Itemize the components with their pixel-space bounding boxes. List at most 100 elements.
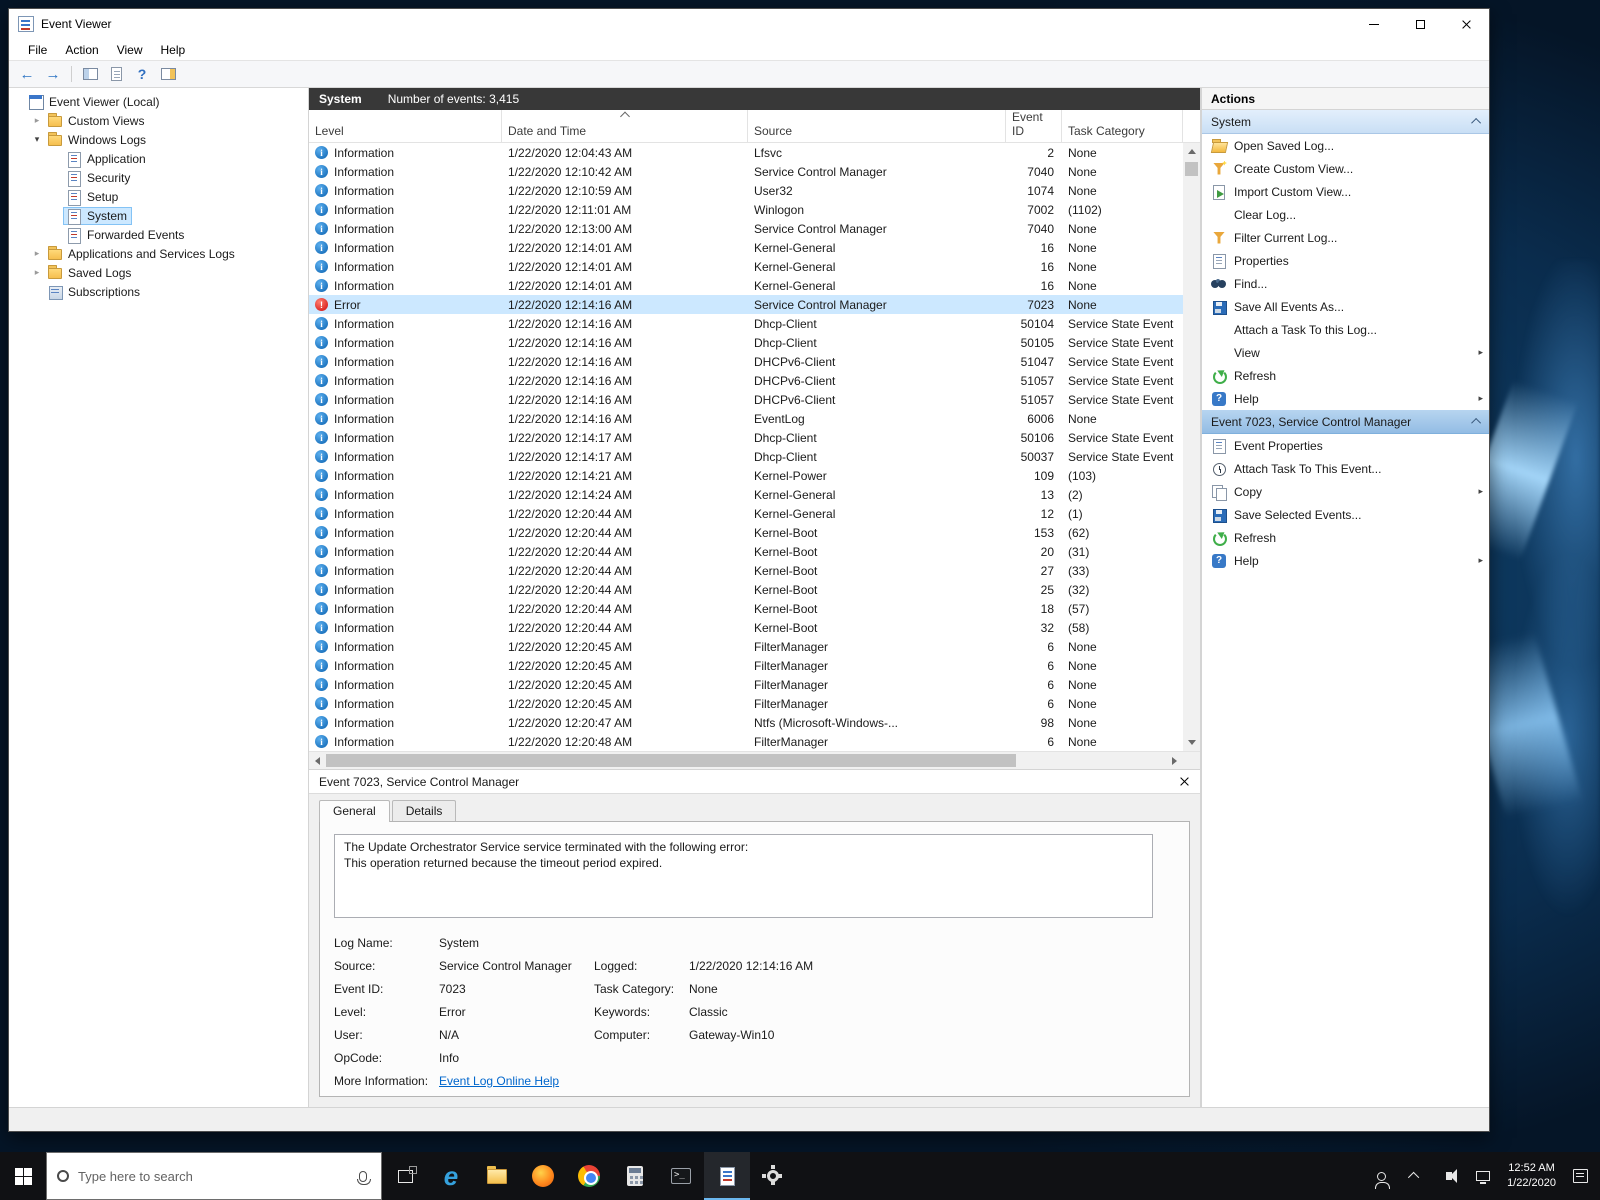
collapsed-chevron-icon[interactable]: ▸ (30, 267, 44, 278)
action-properties[interactable]: Properties (1202, 249, 1489, 272)
event-row[interactable]: i Information 1/22/2020 12:20:45 AM FilterM… (309, 637, 1183, 656)
scroll-right-button[interactable] (1166, 752, 1183, 769)
volume-button[interactable] (1439, 1162, 1459, 1190)
event-row[interactable]: i Information 1/22/2020 12:14:01 AM Kernel-… (309, 276, 1183, 295)
show-action-pane-button[interactable] (158, 64, 178, 84)
tree-item-security[interactable]: Security (9, 168, 308, 187)
event-row[interactable]: i Information 1/22/2020 12:14:16 AM Dhcp-Cl… (309, 314, 1183, 333)
event-row[interactable]: i Information 1/22/2020 12:14:16 AM DHCPv6-… (309, 371, 1183, 390)
scroll-down-button[interactable] (1183, 734, 1200, 751)
action-save-all-events-as[interactable]: Save All Events As... (1202, 295, 1489, 318)
collapse-chevron-icon[interactable] (1471, 117, 1482, 128)
microphone-icon[interactable] (357, 1170, 371, 1185)
scroll-left-button[interactable] (309, 752, 326, 769)
tree-item-applications-and-services-logs[interactable]: ▸ Applications and Services Logs (9, 244, 308, 263)
event-row[interactable]: i Information 1/22/2020 12:10:59 AM User32 1… (309, 181, 1183, 200)
vertical-scrollbar[interactable] (1183, 143, 1200, 751)
maximize-button[interactable] (1397, 9, 1443, 39)
help-button[interactable]: ? (132, 64, 152, 84)
event-row[interactable]: i Information 1/22/2020 12:20:48 AM FilterM… (309, 732, 1183, 751)
menu-item-view[interactable]: View (108, 43, 152, 57)
vertical-scroll-thumb[interactable] (1185, 162, 1198, 176)
menu-item-help[interactable]: Help (152, 43, 195, 57)
tree-item-subscriptions[interactable]: Subscriptions (9, 282, 308, 301)
action-center-button[interactable] (1570, 1162, 1590, 1190)
event-row[interactable]: i Information 1/22/2020 12:20:44 AM Kernel-… (309, 523, 1183, 542)
start-button[interactable] (0, 1152, 46, 1200)
tree-item-custom-views[interactable]: ▸ Custom Views (9, 111, 308, 130)
show-console-tree-button[interactable] (80, 64, 100, 84)
tree-item-windows-logs[interactable]: ▾ Windows Logs (9, 130, 308, 149)
action-clear-log[interactable]: Clear Log... (1202, 203, 1489, 226)
tree-item-application[interactable]: Application (9, 149, 308, 168)
tab-general[interactable]: General (319, 800, 390, 822)
action-refresh[interactable]: Refresh (1202, 526, 1489, 549)
tree-item-event-viewer-local[interactable]: Event Viewer (Local) (9, 92, 308, 111)
action-save-selected-events[interactable]: Save Selected Events... (1202, 503, 1489, 526)
event-row[interactable]: i Information 1/22/2020 12:14:16 AM Dhcp-Cl… (309, 333, 1183, 352)
taskbar-file-explorer-button[interactable] (474, 1152, 520, 1200)
event-row[interactable]: i Information 1/22/2020 12:14:21 AM Kernel-… (309, 466, 1183, 485)
event-row[interactable]: i Information 1/22/2020 12:14:01 AM Kernel-… (309, 238, 1183, 257)
event-row[interactable]: i Information 1/22/2020 12:10:42 AM Service… (309, 162, 1183, 181)
column-header-level[interactable]: Level (309, 110, 502, 142)
event-row[interactable]: i Information 1/22/2020 12:13:00 AM Service… (309, 219, 1183, 238)
forward-button[interactable]: → (43, 64, 63, 84)
taskbar-search-box[interactable]: Type here to search (46, 1152, 382, 1200)
event-row[interactable]: i Information 1/22/2020 12:14:16 AM DHCPv6-… (309, 390, 1183, 409)
action-find[interactable]: Find... (1202, 272, 1489, 295)
expanded-chevron-icon[interactable]: ▾ (30, 134, 44, 145)
event-row[interactable]: i Information 1/22/2020 12:20:45 AM FilterM… (309, 656, 1183, 675)
export-list-button[interactable] (106, 64, 126, 84)
column-header-event-id[interactable]: Event ID (1006, 110, 1062, 142)
taskbar-calculator-button[interactable] (612, 1152, 658, 1200)
taskbar-edge-button[interactable] (428, 1152, 474, 1200)
taskbar-chrome-button[interactable] (566, 1152, 612, 1200)
action-open-saved-log[interactable]: Open Saved Log... (1202, 134, 1489, 157)
column-header-task-category[interactable]: Task Category (1062, 110, 1183, 142)
column-header-source[interactable]: Source (748, 110, 1006, 142)
event-row[interactable]: i Information 1/22/2020 12:20:44 AM Kernel-… (309, 580, 1183, 599)
tree-item-saved-logs[interactable]: ▸ Saved Logs (9, 263, 308, 282)
collapsed-chevron-icon[interactable]: ▸ (30, 115, 44, 126)
back-button[interactable]: ← (17, 64, 37, 84)
task-view-button[interactable] (382, 1152, 428, 1200)
action-attach-task-to-this-event[interactable]: Attach Task To This Event... (1202, 457, 1489, 480)
minimize-button[interactable] (1351, 9, 1397, 39)
taskbar-settings-button[interactable] (750, 1152, 796, 1200)
people-button[interactable] (1371, 1162, 1391, 1190)
action-attach-a-task-to-this-log[interactable]: Attach a Task To this Log... (1202, 318, 1489, 341)
tab-details[interactable]: Details (391, 800, 457, 821)
action-create-custom-view[interactable]: Create Custom View... (1202, 157, 1489, 180)
event-row[interactable]: i Information 1/22/2020 12:04:43 AM Lfsvc 2 N… (309, 143, 1183, 162)
event-row[interactable]: i Information 1/22/2020 12:14:24 AM Kernel-… (309, 485, 1183, 504)
menu-item-file[interactable]: File (19, 43, 56, 57)
horizontal-scroll-track[interactable] (1016, 752, 1166, 769)
event-row[interactable]: i Information 1/22/2020 12:20:44 AM Kernel-… (309, 561, 1183, 580)
event-row[interactable]: i Information 1/22/2020 12:20:44 AM Kernel-… (309, 618, 1183, 637)
action-copy[interactable]: Copy ▸ (1202, 480, 1489, 503)
taskbar-event-viewer-button[interactable] (704, 1152, 750, 1200)
action-help[interactable]: Help ▸ (1202, 387, 1489, 410)
event-row[interactable]: i Information 1/22/2020 12:20:44 AM Kernel-… (309, 542, 1183, 561)
event-row[interactable]: i Information 1/22/2020 12:14:17 AM Dhcp-Cl… (309, 428, 1183, 447)
event-row[interactable]: ! Error 1/22/2020 12:14:16 AM Service Contr… (309, 295, 1183, 314)
hidden-icons-button[interactable] (1405, 1162, 1425, 1190)
event-row[interactable]: i Information 1/22/2020 12:14:01 AM Kernel-… (309, 257, 1183, 276)
event-row[interactable]: i Information 1/22/2020 12:20:44 AM Kernel-… (309, 504, 1183, 523)
action-filter-current-log[interactable]: Filter Current Log... (1202, 226, 1489, 249)
collapsed-chevron-icon[interactable]: ▸ (30, 248, 44, 259)
collapse-chevron-icon[interactable] (1471, 417, 1482, 428)
network-button[interactable] (1473, 1162, 1493, 1190)
event-row[interactable]: i Information 1/22/2020 12:14:16 AM DHCPv6-… (309, 352, 1183, 371)
tree-item-setup[interactable]: Setup (9, 187, 308, 206)
action-import-custom-view[interactable]: Import Custom View... (1202, 180, 1489, 203)
action-view[interactable]: View ▸ (1202, 341, 1489, 364)
action-group-header-system[interactable]: System (1202, 110, 1489, 134)
horizontal-scroll-thumb[interactable] (326, 754, 1016, 767)
event-log-online-help-link[interactable]: Event Log Online Help (439, 1074, 594, 1088)
scroll-up-button[interactable] (1183, 143, 1200, 160)
taskbar-terminal-button[interactable] (658, 1152, 704, 1200)
close-button[interactable] (1443, 9, 1489, 39)
event-row[interactable]: i Information 1/22/2020 12:11:01 AM Winlogo… (309, 200, 1183, 219)
